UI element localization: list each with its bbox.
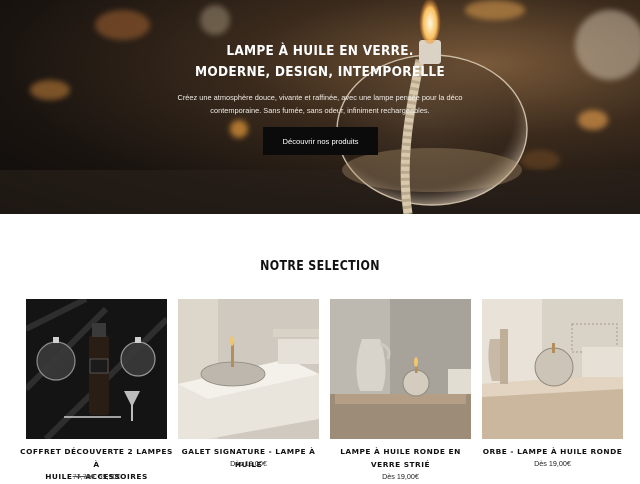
product-name-orbe[interactable]: ORBE - LAMPE À HUILE RONDE xyxy=(476,446,629,459)
product-image-orbe[interactable] xyxy=(482,299,623,439)
hero-title-line-2: MODERNE, DESIGN, INTEMPORELLE xyxy=(194,64,445,80)
discover-products-button[interactable]: Découvrir nos produits xyxy=(263,127,378,155)
hero-title-line-1: LAMPE À HUILE EN VERRE. xyxy=(226,43,414,59)
product-name-ronde-strie[interactable]: LAMPE À HUILE RONDE EN VERRE STRIÉ xyxy=(324,446,477,471)
product-image-galet[interactable] xyxy=(178,299,319,439)
hero-subtitle: Créez une atmosphère douce, vivante et r… xyxy=(150,91,490,117)
product-image-ronde-strie[interactable] xyxy=(330,299,471,439)
hero-banner: LAMPE À HUILE EN VERRE. MODERNE, DESIGN,… xyxy=(0,0,640,214)
product-price-orbe: Dès 19,00€ xyxy=(482,459,623,468)
product-name-line-1: COFFRET DÉCOUVERTE 2 LAMPES À xyxy=(20,447,173,469)
product-grid: COFFRET DÉCOUVERTE 2 LAMPES À HUILE + AC… xyxy=(20,299,623,481)
product-name-line-1: ORBE - LAMPE À HUILE RONDE xyxy=(482,447,623,456)
hero-subtitle-line-1: Créez une atmosphère douce, vivante et r… xyxy=(177,93,463,102)
product-price-galet: Dès 19,00€ xyxy=(178,459,319,468)
product-image-coffret[interactable] xyxy=(26,299,167,439)
product-name-line-1: LAMPE À HUILE RONDE EN xyxy=(340,447,461,456)
product-name-line-2: VERRE STRIÉ xyxy=(370,459,431,469)
current-price: Dès 19,00€ xyxy=(230,459,267,468)
section-title: NOTRE SELECTION xyxy=(260,259,380,274)
current-price: Dès 19,00€ xyxy=(534,459,571,468)
hero-subtitle-line-2: contemporaine. Sans fumée, sans odeur, i… xyxy=(210,106,430,115)
hero-title: LAMPE À HUILE EN VERRE. MODERNE, DESIGN,… xyxy=(158,41,482,83)
